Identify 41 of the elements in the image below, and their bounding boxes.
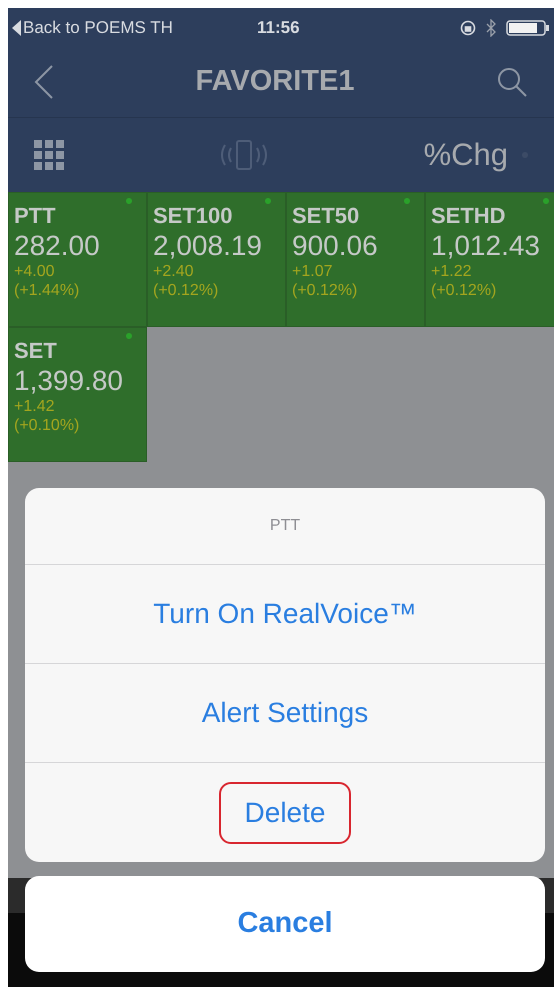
status-time: 11:56	[257, 16, 300, 39]
bluetooth-icon	[486, 18, 496, 36]
tile-percent: (+0.12%)	[292, 281, 358, 301]
stock-tile[interactable]: SET50 900.06 +1.07 (+0.12%)	[286, 192, 425, 327]
rotation-lock-icon	[460, 20, 476, 36]
tile-change: +1.22	[431, 263, 472, 281]
tile-percent: (+1.44%)	[14, 281, 80, 301]
action-button[interactable]: Delete	[218, 782, 352, 844]
cancel-button[interactable]: Cancel	[25, 876, 545, 972]
tile-change: +1.42	[14, 398, 54, 416]
tile-symbol: SET100	[153, 203, 232, 229]
tile-percent: (+0.12%)	[431, 281, 496, 301]
back-triangle-icon[interactable]	[12, 20, 21, 36]
tile-symbol: SETHD	[431, 203, 506, 229]
tile-change: +1.07	[292, 263, 332, 281]
sheet-title: PTT	[270, 516, 300, 536]
back-link[interactable]: Back to POEMS TH	[23, 14, 173, 40]
grid-icon[interactable]	[34, 140, 64, 170]
tile-change: +4.00	[14, 263, 54, 281]
stock-tile[interactable]: PTT 282.00 +4.00 (+1.44%)	[8, 192, 147, 327]
tile-percent: (+0.12%)	[153, 281, 218, 301]
tile-symbol: SET50	[292, 203, 360, 229]
stock-tile[interactable]: SETHD 1,012.43 +1.22 (+0.12%)	[425, 192, 554, 327]
battery-icon	[506, 20, 550, 36]
action-button[interactable]: Turn On RealVoice™	[127, 583, 443, 645]
action-button[interactable]: Alert Settings	[176, 682, 394, 744]
back-chevron-icon[interactable]	[34, 65, 54, 99]
search-icon[interactable]	[496, 66, 528, 98]
tile-price: 282.00	[14, 229, 100, 263]
tile-percent: (+0.10%)	[14, 416, 80, 436]
tile-symbol: PTT	[14, 203, 56, 229]
tile-symbol: SET	[14, 338, 57, 364]
screen-title: FAVORITE1	[196, 64, 354, 100]
tile-price: 900.06	[292, 229, 378, 263]
tile-price: 1,012.43	[431, 229, 540, 263]
tile-price: 2,008.19	[153, 229, 262, 263]
tile-price: 1,399.80	[14, 364, 123, 398]
sort-dropdown[interactable]: %Chg	[424, 132, 508, 178]
stock-tile[interactable]: SET 1,399.80 +1.42 (+0.10%)	[8, 327, 147, 462]
stock-tile[interactable]: SET100 2,008.19 +2.40 (+0.12%)	[147, 192, 286, 327]
tile-change: +2.40	[153, 263, 194, 281]
